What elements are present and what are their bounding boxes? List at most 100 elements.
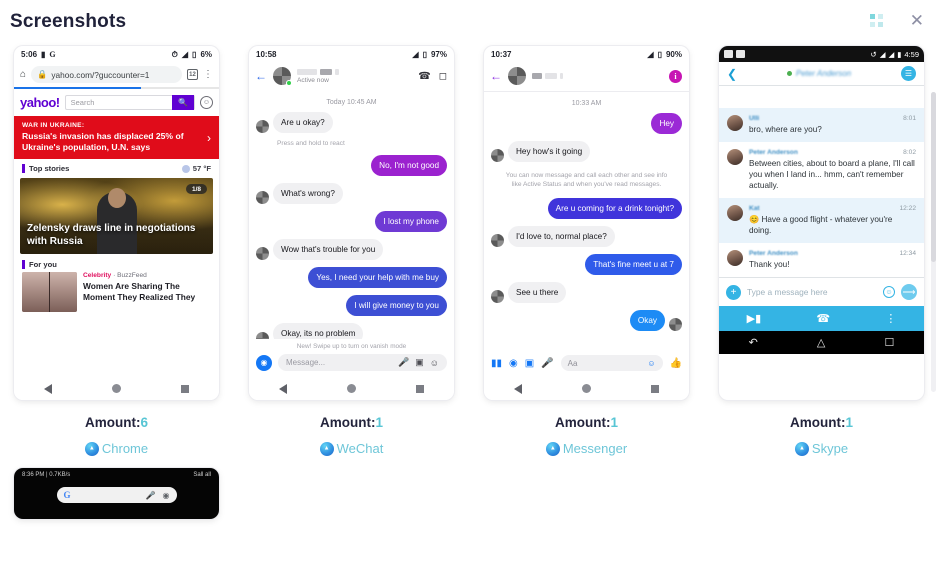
message-sender: Peter Anderson	[749, 149, 798, 157]
scrollbar-thumb[interactable]	[931, 92, 936, 262]
camera-icon[interactable]: ◉	[509, 358, 518, 369]
microphone-icon[interactable]: 🎤	[146, 491, 156, 500]
google-search-widget[interactable]: G 🎤 ◉	[56, 487, 177, 503]
back-arrow-icon[interactable]: ↶	[749, 336, 758, 349]
back-triangle-icon[interactable]	[279, 383, 287, 394]
back-chevron-icon[interactable]: ❮	[727, 67, 737, 81]
screenshot-thumbnail-messenger[interactable]: 10:37 ◢ ▯ 90% ← i 10:33 AM Hey Hey how's…	[484, 46, 689, 400]
screenshot-thumbnail-skype[interactable]: ↺ ◢ ◢ ▮ 4:59 ❮ Peter Anderson ☰ Ulli 8:0…	[719, 46, 924, 400]
screenshot-thumbnail-chrome[interactable]: 5:06 ▮ G ⏱ ◢ ▯ 6% ⌂ 🔒 yahoo.com/?guccoun…	[14, 46, 219, 400]
overflow-menu-icon[interactable]: ⋮	[203, 69, 213, 80]
recents-square-icon[interactable]	[651, 384, 659, 393]
contact-name-redacted	[532, 73, 663, 79]
microphone-icon[interactable]: 🎤	[398, 357, 409, 368]
sticker-icon[interactable]: ☺	[430, 358, 439, 368]
address-bar[interactable]: 🔒 yahoo.com/?guccounter=1	[31, 66, 182, 83]
hero-article[interactable]: 1/8 Zelensky draws line in negotiations …	[20, 178, 213, 254]
message-row: See u there	[491, 281, 682, 303]
chat-menu-icon[interactable]: ☰	[901, 66, 916, 81]
section-accent-bar	[22, 164, 25, 173]
home-icon[interactable]: ⌂	[20, 69, 26, 80]
microphone-icon[interactable]: 🎤	[541, 358, 553, 369]
message-sender: Peter Anderson	[749, 250, 798, 258]
home-circle-icon[interactable]	[582, 384, 591, 393]
status-bar: 8:36 PM | 0.7KB/s Sall all	[14, 468, 219, 478]
app-label-messenger[interactable]: Messenger	[484, 441, 689, 456]
recents-icon[interactable]: ☐	[885, 336, 895, 349]
battery-icon: ▯	[192, 50, 197, 59]
message-row: Ulli 8:01 bro, where are you?	[719, 108, 924, 143]
card-caption: Amount:1 Skype	[719, 415, 924, 456]
voice-call-icon[interactable]: ☎	[816, 312, 830, 325]
recents-square-icon[interactable]	[416, 384, 424, 393]
emoji-icon[interactable]: ☺	[647, 359, 655, 368]
story-meta: Celebrity · BuzzFeed	[83, 272, 147, 279]
message-bubble: What's wrong?	[273, 183, 343, 205]
message-bubble: Okay	[629, 309, 665, 331]
gallery-icon[interactable]: ▣	[415, 357, 424, 368]
lock-icon: 🔒	[37, 69, 48, 79]
send-icon[interactable]: ⟶	[901, 284, 917, 301]
message-text: Thank you!	[749, 260, 790, 270]
chat-daystamp: 10:33 AM	[571, 100, 602, 107]
header-actions: ✕	[869, 12, 924, 29]
close-icon[interactable]: ✕	[910, 12, 924, 29]
avatar	[256, 191, 269, 205]
camera-icon[interactable]: ◉	[256, 354, 272, 371]
grid-dots-icon[interactable]	[869, 13, 884, 28]
overflow-menu-icon[interactable]: ⋮	[885, 312, 896, 325]
plus-icon[interactable]: +	[726, 284, 741, 300]
back-arrow-icon[interactable]: ←	[490, 69, 502, 83]
screenshot-thumbnail-home[interactable]: 8:36 PM | 0.7KB/s Sall all G 🎤 ◉	[14, 468, 219, 519]
amount-label: Amount:1	[484, 415, 689, 430]
lens-icon[interactable]: ◉	[163, 491, 170, 500]
yahoo-search[interactable]: Search 🔍	[64, 95, 195, 110]
page-title: Screenshots	[10, 11, 127, 32]
thumbs-up-icon[interactable]: 👍	[670, 358, 682, 369]
home-circle-icon[interactable]	[347, 384, 356, 393]
back-arrow-icon[interactable]: ←	[255, 69, 267, 83]
message-bubble: Hey	[651, 113, 682, 135]
story-list-item[interactable]: Celebrity · BuzzFeed Women Are Sharing T…	[14, 272, 219, 312]
message-input[interactable]: Type a message here	[747, 287, 877, 297]
app-name: Chrome	[101, 441, 149, 456]
message-input[interactable]: Message... 🎤 ▣ ☺	[278, 354, 447, 371]
back-triangle-icon[interactable]	[514, 383, 522, 394]
phone-icon[interactable]: ☎	[418, 71, 430, 82]
app-label-skype[interactable]: Skype	[719, 441, 924, 456]
home-circle-icon[interactable]	[112, 384, 121, 393]
vertical-scrollbar[interactable]	[931, 92, 936, 392]
amount-label: Amount:1	[249, 415, 454, 430]
info-icon[interactable]: i	[669, 69, 682, 83]
home-icon[interactable]: △	[817, 336, 825, 349]
screenshot-thumbnail-wechat[interactable]: 10:58 ◢ ▯ 97% ← Active now ☎ ◻ Today 10:…	[249, 46, 454, 400]
account-icon[interactable]: ☺	[200, 96, 213, 109]
banner-headline: Russia's invasion has displaced 25% of U…	[22, 131, 184, 152]
screenshot-gallery: 5:06 ▮ G ⏱ ◢ ▯ 6% ⌂ 🔒 yahoo.com/?guccoun…	[0, 44, 938, 519]
amount-text: Amount:	[85, 415, 141, 430]
apps-grid-icon[interactable]: ▮▮	[491, 358, 502, 369]
avatar[interactable]	[273, 67, 292, 86]
avatar[interactable]	[508, 67, 526, 85]
app-label-wechat[interactable]: WeChat	[249, 441, 454, 456]
amount-label: Amount:6	[14, 415, 219, 430]
gallery-icon[interactable]: ▣	[525, 358, 534, 369]
message-composer: + Type a message here ☺ ⟶	[719, 277, 924, 307]
message-row: No, I'm not good	[256, 155, 447, 177]
video-call-icon[interactable]: ▶▮	[747, 312, 762, 325]
back-triangle-icon[interactable]	[44, 383, 52, 394]
search-icon[interactable]: 🔍	[172, 95, 194, 110]
story-title: Women Are Sharing The Moment They Realiz…	[83, 281, 196, 302]
message-input[interactable]: Aa ☺	[560, 355, 663, 371]
app-label-chrome[interactable]: Chrome	[14, 441, 219, 456]
chat-header: ← Active now ☎ ◻	[249, 63, 454, 91]
tab-count-button[interactable]: 12	[187, 69, 198, 80]
recents-square-icon[interactable]	[181, 384, 189, 393]
chevron-right-icon[interactable]: ›	[207, 131, 211, 145]
emoji-icon[interactable]: ☺	[883, 286, 895, 299]
video-camera-icon[interactable]: ◻	[439, 71, 447, 82]
breaking-news-banner[interactable]: WAR IN UKRAINE: Russia's invasion has di…	[14, 116, 219, 159]
app-circle-icon	[84, 441, 99, 456]
message-bubble: Wow that's trouble for you	[273, 239, 384, 261]
message-row: Hey	[491, 113, 682, 135]
